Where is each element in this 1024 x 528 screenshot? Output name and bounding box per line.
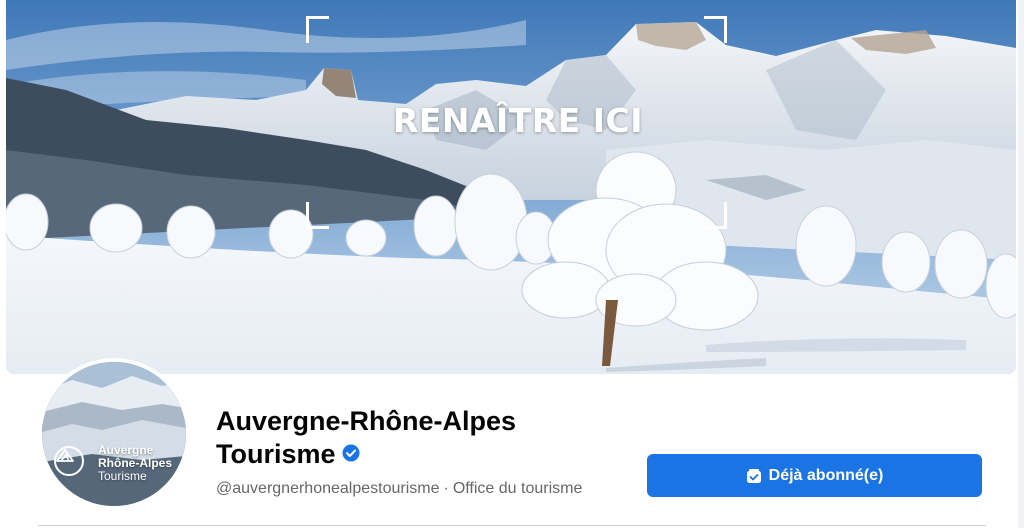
- page-handle[interactable]: @auvergnerhonealpestourisme: [216, 480, 439, 497]
- frame-corner-bottom-right: [704, 202, 727, 229]
- page-meta-line: @auvergnerhonealpestourisme · Office du to…: [216, 480, 582, 498]
- profile-avatar[interactable]: Auvergne Rhône-Alpes Tourisme: [38, 358, 190, 510]
- frame-corner-bottom-left: [306, 202, 329, 229]
- meta-separator: ·: [443, 480, 449, 497]
- cover-landscape-image: [6, 0, 1016, 374]
- following-button-label: Déjà abonné(e): [768, 466, 884, 484]
- page-name-text: Auvergne-Rhône-Alpes Tourisme: [216, 406, 517, 469]
- avatar-wordmark: Auvergne Rhône-Alpes Tourisme: [98, 444, 172, 483]
- cover-photo[interactable]: RENAÎTRE ICI: [6, 0, 1016, 374]
- verified-badge-icon: [342, 437, 360, 470]
- frame-corner-top-left: [306, 16, 329, 43]
- page-scroll-edge: [1018, 0, 1024, 528]
- page-category[interactable]: Office du tourisme: [453, 480, 583, 497]
- mountain-logo-icon: [54, 446, 84, 476]
- page-title[interactable]: Auvergne-Rhône-Alpes Tourisme: [216, 405, 616, 471]
- avatar-landscape: [42, 362, 186, 506]
- avatar-image: Auvergne Rhône-Alpes Tourisme: [42, 362, 186, 506]
- cover-headline: RENAÎTRE ICI: [392, 101, 644, 140]
- subscribed-icon: [746, 468, 762, 484]
- frame-corner-top-right: [704, 16, 727, 43]
- section-divider: [38, 525, 986, 526]
- following-button[interactable]: Déjà abonné(e): [647, 454, 982, 497]
- avatar-text-line3: Tourisme: [98, 469, 147, 483]
